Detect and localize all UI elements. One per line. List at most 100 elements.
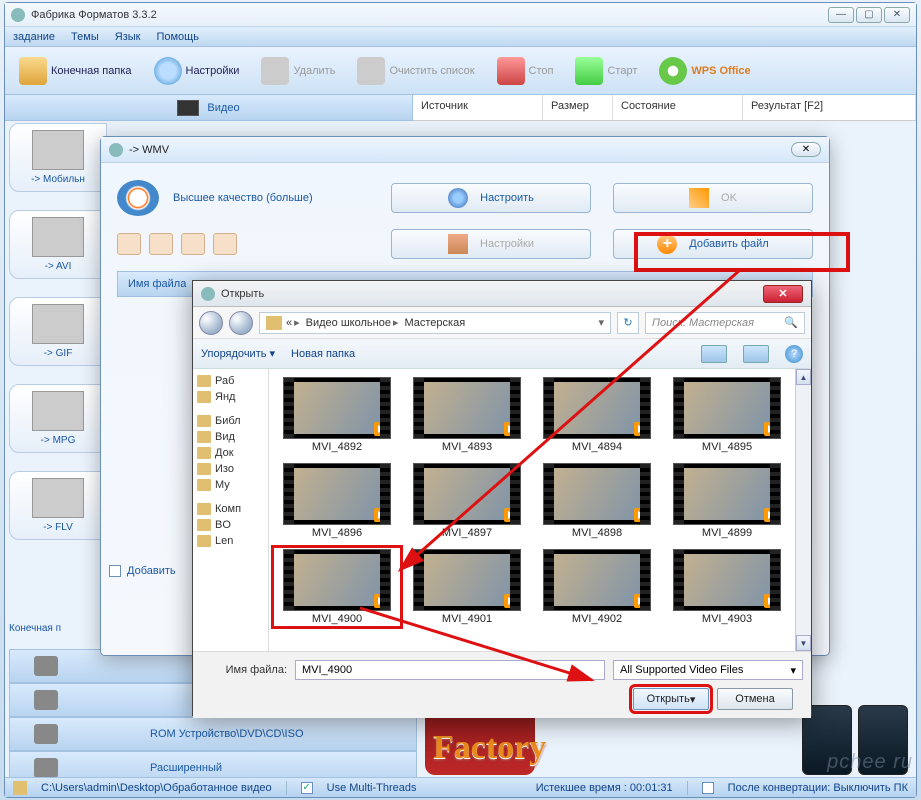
tree-item[interactable]: Len	[195, 533, 266, 549]
view-mode-button[interactable]	[701, 345, 727, 363]
tree-item[interactable]: Раб	[195, 373, 266, 389]
breadcrumb-p1[interactable]: Видео школьное	[306, 316, 401, 329]
multi-threads-label: Use Multi-Threads	[327, 782, 417, 794]
stop-button[interactable]: Стоп	[489, 53, 562, 89]
file-thumbnail[interactable]: MVI_4900	[273, 547, 401, 627]
tab-rom[interactable]: ROM Устройство\DVD\CD\ISO	[9, 717, 417, 751]
breadcrumb-p2[interactable]: Мастерская	[404, 317, 465, 329]
tree-item[interactable]: Изо	[195, 461, 266, 477]
tree-item[interactable]: Библ	[195, 413, 266, 429]
file-thumbnail[interactable]: MVI_4895	[663, 375, 791, 455]
tree-item[interactable]: Вид	[195, 429, 266, 445]
file-thumbnail[interactable]: MVI_4901	[403, 547, 531, 627]
open-button[interactable]: Открыть ▾	[633, 688, 709, 710]
scroll-down-button[interactable]: ▼	[796, 635, 811, 651]
play-overlay-icon	[764, 594, 778, 608]
status-after: После конвертации: Выключить ПК	[728, 782, 908, 794]
cancel-button[interactable]: Отмена	[717, 688, 793, 710]
film-icon	[177, 100, 199, 116]
organize-menu[interactable]: Упорядочить ▾	[201, 347, 275, 360]
gif-icon	[32, 304, 84, 344]
toolbar: Конечная папка Настройки Удалить Очистит…	[5, 47, 916, 95]
file-thumbnail[interactable]: MVI_4897	[403, 461, 531, 541]
play-overlay-icon	[634, 508, 648, 522]
ok-icon	[689, 188, 709, 208]
preview-pane-button[interactable]	[743, 345, 769, 363]
menu-themes[interactable]: Темы	[71, 31, 99, 43]
mobile-icon	[32, 130, 84, 170]
dest-folder-button[interactable]: Конечная папка	[11, 53, 140, 89]
play-overlay-icon	[374, 422, 388, 436]
play-icon[interactable]	[181, 233, 205, 255]
filename-label: Имя файла:	[201, 664, 287, 676]
multi-threads-checkbox[interactable]: ✓	[301, 782, 313, 794]
file-thumbnail[interactable]: MVI_4894	[533, 375, 661, 455]
close-button[interactable]: ✕	[884, 7, 910, 23]
file-thumbnail[interactable]: MVI_4892	[273, 375, 401, 455]
wps-icon	[659, 57, 687, 85]
filename-input[interactable]: MVI_4900	[295, 660, 605, 680]
fmt-mpg[interactable]: -> MPG	[9, 384, 107, 453]
nav-back-button[interactable]	[199, 311, 223, 335]
film-settings-icon	[448, 234, 468, 254]
add-file-button[interactable]: Добавить файл	[613, 229, 813, 259]
tree-item[interactable]: BO	[195, 517, 266, 533]
file-thumbnail[interactable]: MVI_4902	[533, 547, 661, 627]
tree-item[interactable]: Му	[195, 477, 266, 493]
minimize-button[interactable]: —	[828, 7, 854, 23]
folder-tree[interactable]: РабЯнд БиблВидДокИзоМу КомпBOLen	[193, 369, 269, 651]
clear-list-button[interactable]: Очистить список	[349, 53, 482, 89]
file-thumbnail[interactable]: MVI_4903	[663, 547, 791, 627]
after-convert-checkbox[interactable]	[702, 782, 714, 794]
menu-lang[interactable]: Язык	[115, 31, 141, 43]
scroll-up-button[interactable]: ▲	[796, 369, 811, 385]
status-path: C:\Users\admin\Desktop\Обработанное виде…	[41, 782, 272, 794]
folder-icon	[266, 316, 282, 330]
new-folder-button[interactable]: Новая папка	[291, 348, 355, 360]
fmt-gif[interactable]: -> GIF	[9, 297, 107, 366]
wps-button[interactable]: WPS Office	[651, 53, 758, 89]
open-close-button[interactable]: ✕	[763, 285, 803, 303]
breadcrumb[interactable]: « Видео школьное Мастерская ▾	[259, 312, 611, 334]
quality-link[interactable]: Высшее качество (больше)	[173, 192, 313, 204]
start-icon	[575, 57, 603, 85]
music-icon	[34, 656, 58, 676]
add-folder-link[interactable]: Добавить	[109, 565, 176, 577]
file-filter-dropdown[interactable]: All Supported Video Files▾	[613, 660, 803, 680]
file-thumbnail[interactable]: MVI_4893	[403, 375, 531, 455]
delete-button[interactable]: Удалить	[253, 53, 343, 89]
menubar: задание Темы Язык Помощь	[5, 27, 916, 47]
ok-button[interactable]: OK	[613, 183, 813, 213]
fmt-mobile[interactable]: -> Мобильн	[9, 123, 107, 192]
maximize-button[interactable]: ▢	[856, 7, 882, 23]
tree-item[interactable]: Док	[195, 445, 266, 461]
menu-task[interactable]: задание	[13, 31, 55, 43]
menu-help[interactable]: Помощь	[156, 31, 199, 43]
tab-video[interactable]: Видео	[5, 95, 413, 121]
crop-icon[interactable]	[149, 233, 173, 255]
range-icon[interactable]	[117, 233, 141, 255]
column-headers: Источник Размер Состояние Результат [F2]	[413, 95, 916, 121]
open-titlebar: Открыть ✕	[193, 281, 811, 307]
refresh-button[interactable]: ↻	[617, 312, 639, 334]
configure-button[interactable]: Настроить	[391, 183, 591, 213]
folder-icon	[19, 57, 47, 85]
nav-forward-button[interactable]	[229, 311, 253, 335]
tree-item[interactable]: Янд	[195, 389, 266, 405]
scrollbar[interactable]: ▲ ▼	[795, 369, 811, 651]
file-thumbnail[interactable]: MVI_4898	[533, 461, 661, 541]
file-thumbnail[interactable]: MVI_4896	[273, 461, 401, 541]
wmv-close-button[interactable]: ✕	[791, 142, 821, 157]
app-title: Фабрика Форматов 3.3.2	[31, 9, 828, 21]
help-button[interactable]: ?	[785, 345, 803, 363]
open-toolbar: Упорядочить ▾ Новая папка ?	[193, 339, 811, 369]
settings-button-dlg[interactable]: Настройки	[391, 229, 591, 259]
tree-item[interactable]: Комп	[195, 501, 266, 517]
info-icon[interactable]	[213, 233, 237, 255]
start-button[interactable]: Старт	[567, 53, 645, 89]
search-input[interactable]: Поиск: Мастерская🔍	[645, 312, 805, 334]
settings-button[interactable]: Настройки	[146, 53, 248, 89]
fmt-avi[interactable]: -> AVI	[9, 210, 107, 279]
file-thumbnail[interactable]: MVI_4899	[663, 461, 791, 541]
fmt-flv[interactable]: -> FLV	[9, 471, 107, 540]
